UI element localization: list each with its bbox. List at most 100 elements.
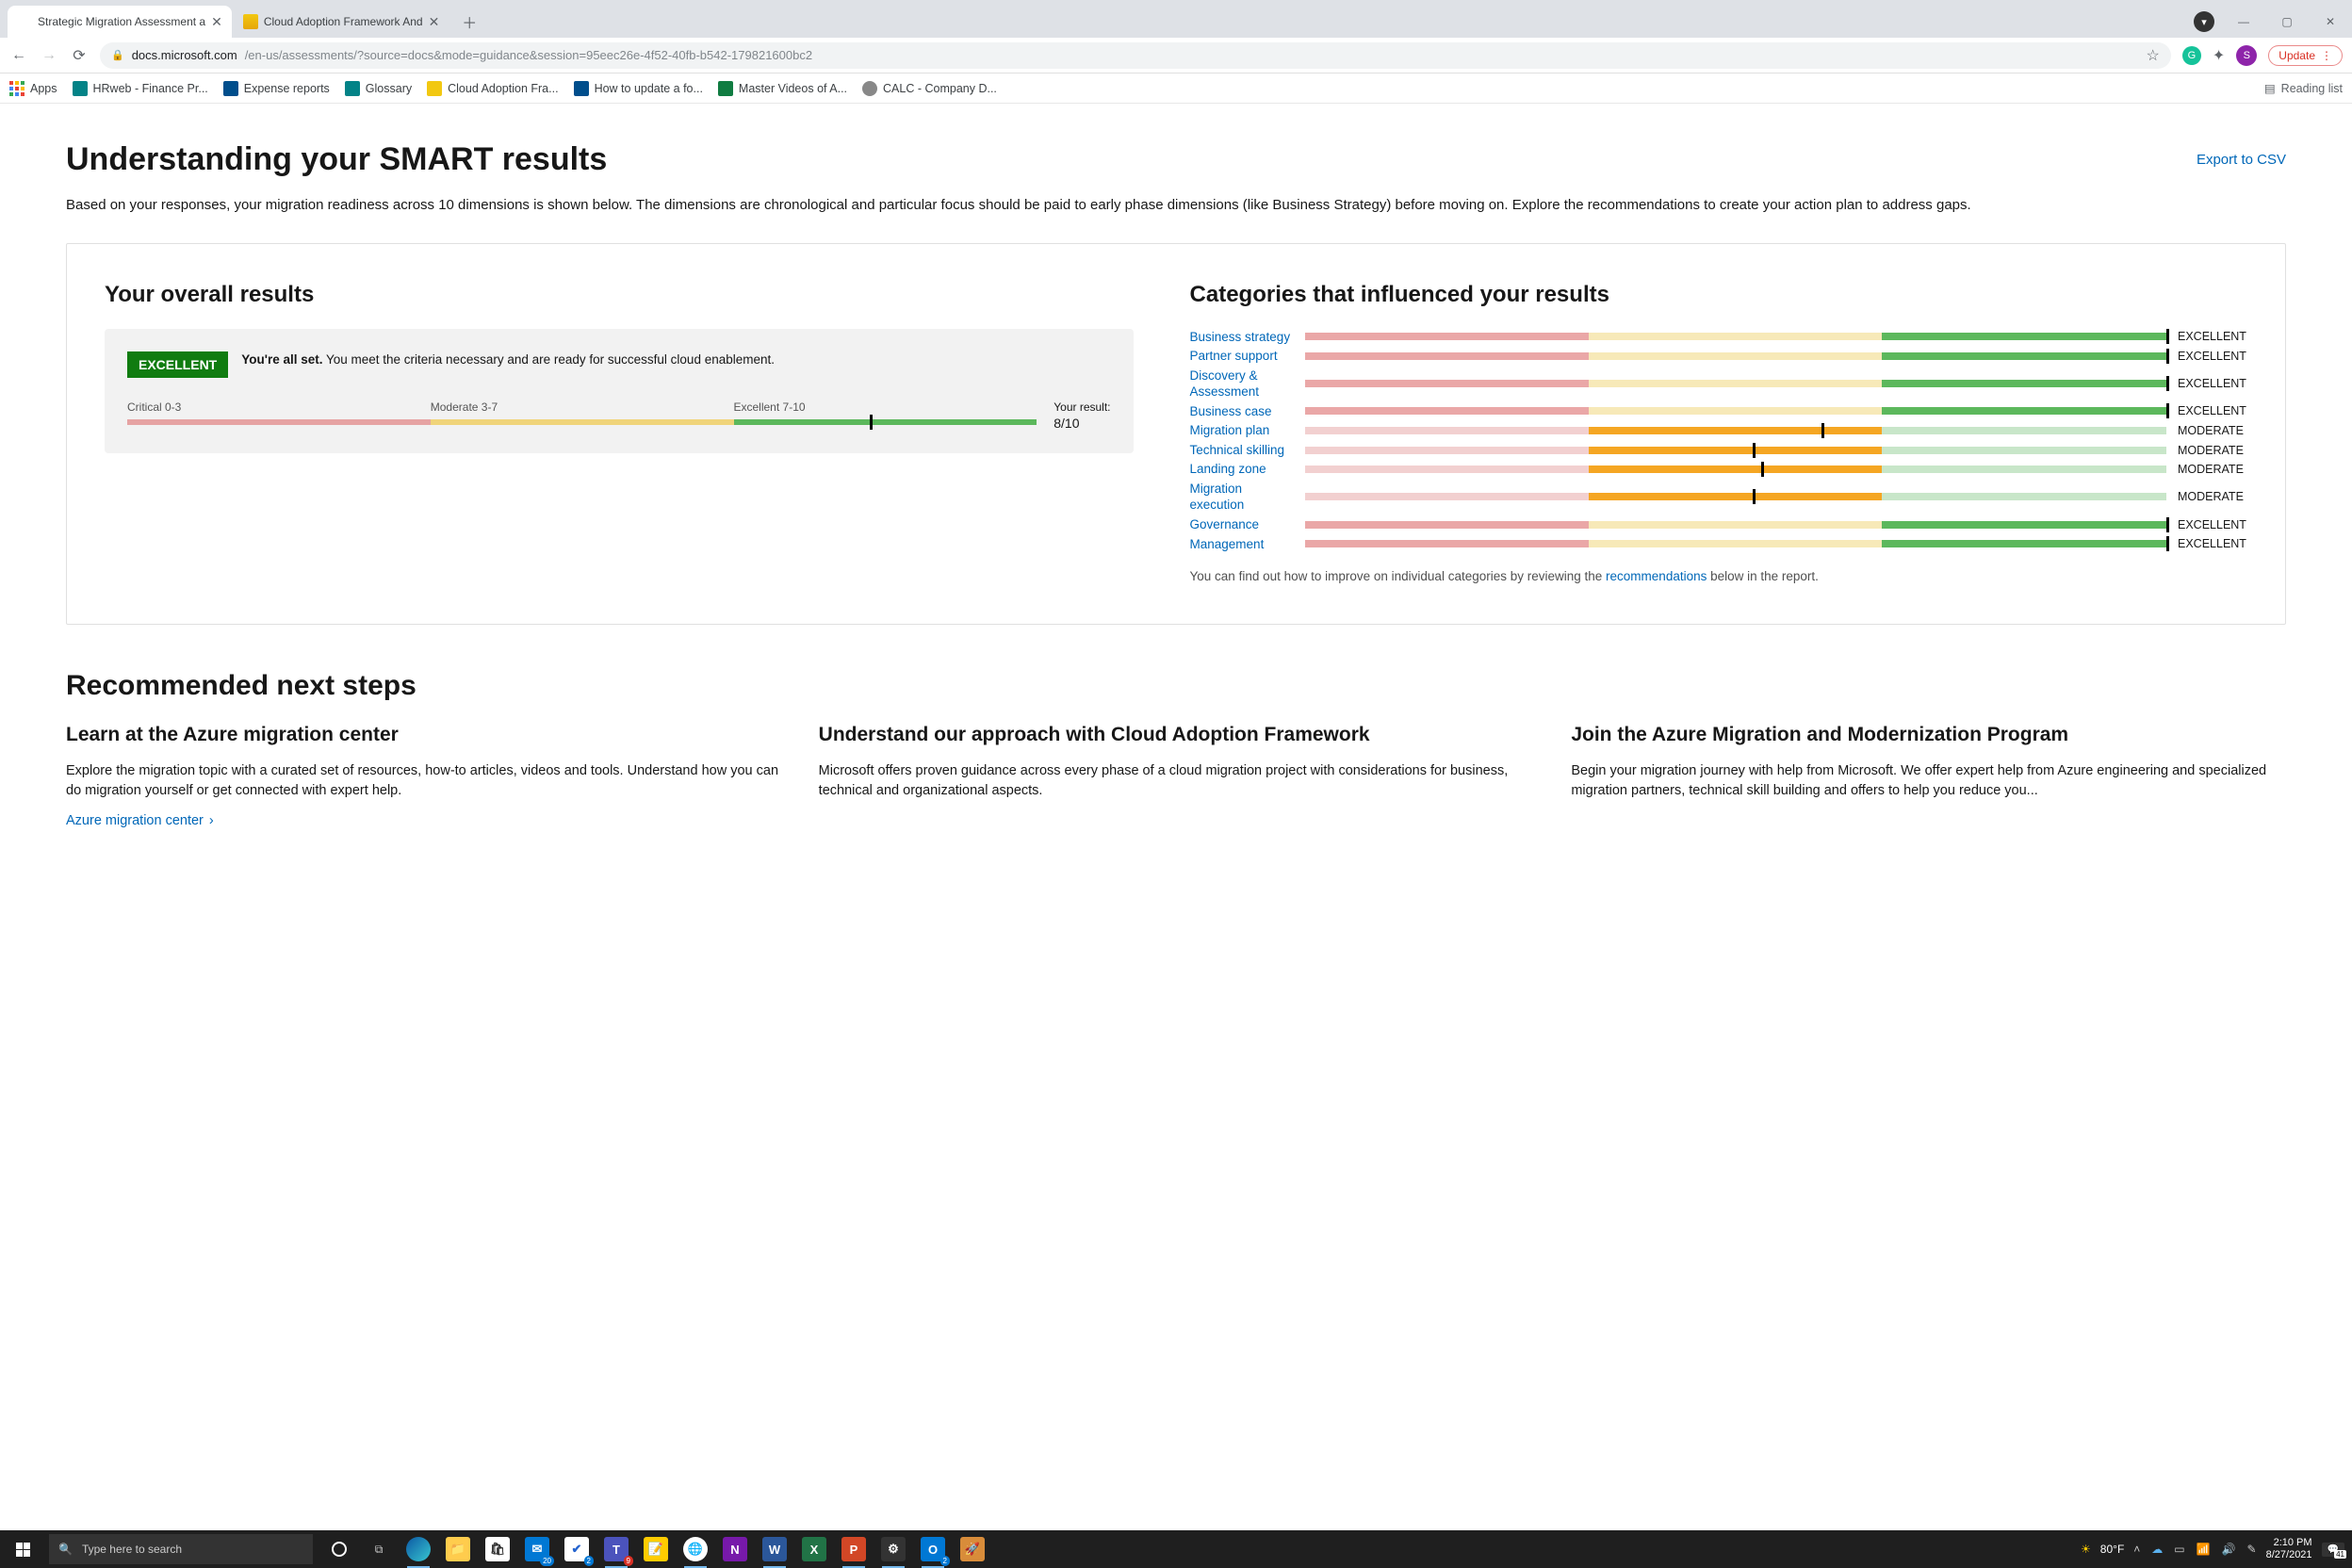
new-tab-button[interactable]: ＋ — [456, 8, 482, 35]
chevron-right-icon: › — [209, 813, 214, 828]
battery-icon[interactable]: ▭ — [2174, 1543, 2184, 1556]
reload-button[interactable]: ⟳ — [70, 46, 89, 65]
next-step-title: Join the Azure Migration and Modernizati… — [1571, 723, 2286, 747]
category-bar — [1305, 540, 2166, 547]
category-score-marker — [1753, 443, 1756, 458]
minimize-button[interactable]: — — [2230, 15, 2258, 28]
update-chrome-button[interactable]: Update⋮ — [2268, 45, 2343, 66]
volume-icon[interactable]: 🔊 — [2222, 1543, 2236, 1556]
bookmark-item[interactable]: Glossary — [345, 81, 412, 96]
close-window-button[interactable]: ✕ — [2316, 15, 2344, 28]
category-score-marker — [2166, 517, 2169, 532]
mail-icon[interactable]: ✉20 — [518, 1530, 556, 1568]
taskbar-clock[interactable]: 2:10 PM 8/27/2021 — [2266, 1537, 2312, 1561]
outlook-icon[interactable]: O2 — [914, 1530, 952, 1568]
category-level: MODERATE — [2178, 424, 2247, 437]
todo-icon[interactable]: ✔2 — [558, 1530, 596, 1568]
windows-taskbar: 🔍 Type here to search ⧉ 📁 🛍 ✉20 ✔2 T9 📝 … — [0, 1530, 2352, 1568]
category-link[interactable]: Technical skilling — [1190, 442, 1294, 459]
file-explorer-icon[interactable]: 📁 — [439, 1530, 477, 1568]
category-link[interactable]: Migration execution — [1190, 481, 1294, 514]
close-tab-icon[interactable]: ✕ — [429, 14, 440, 30]
taskbar-tray: ☀ 80°F ˄ ☁ ▭ 📶 🔊 ✎ 2:10 PM 8/27/2021 💬41 — [2081, 1537, 2352, 1561]
category-link[interactable]: Discovery & Assessment — [1190, 368, 1294, 400]
category-level: EXCELLENT — [2178, 518, 2247, 531]
category-link[interactable]: Business case — [1190, 403, 1294, 420]
bookmark-favicon — [862, 81, 877, 96]
forward-button[interactable]: → — [40, 47, 58, 64]
bookmark-star-icon[interactable]: ☆ — [2147, 46, 2160, 65]
category-bar — [1305, 493, 2166, 500]
chrome-icon[interactable]: 🌐 — [677, 1530, 714, 1568]
category-link[interactable]: Partner support — [1190, 348, 1294, 365]
page-title: Understanding your SMART results — [66, 141, 607, 178]
wifi-icon[interactable]: 📶 — [2197, 1543, 2211, 1556]
category-link[interactable]: Business strategy — [1190, 329, 1294, 346]
category-bar — [1305, 333, 2166, 340]
maximize-button[interactable]: ▢ — [2273, 15, 2301, 28]
teams-icon[interactable]: T9 — [597, 1530, 635, 1568]
back-button[interactable]: ← — [9, 47, 28, 64]
extensions-icon[interactable]: ✦ — [2213, 46, 2225, 65]
overall-results-box: EXCELLENT You're all set. You meet the c… — [105, 329, 1134, 453]
next-step-link[interactable]: Azure migration center › — [66, 813, 214, 828]
address-bar[interactable]: 🔒 docs.microsoft.com/en-us/assessments/?… — [100, 42, 2171, 69]
store-icon[interactable]: 🛍 — [479, 1530, 516, 1568]
category-bar — [1305, 407, 2166, 415]
account-indicator-icon[interactable]: ▾ — [2194, 11, 2214, 32]
weather-temp[interactable]: 80°F — [2100, 1543, 2124, 1556]
category-link[interactable]: Migration plan — [1190, 422, 1294, 439]
scale-excellent-label: Excellent 7-10 — [734, 400, 1037, 414]
bookmark-item[interactable]: CALC - Company D... — [862, 81, 997, 96]
tab-title: Strategic Migration Assessment a — [38, 15, 205, 28]
bookmark-item[interactable]: Cloud Adoption Fra... — [427, 81, 558, 96]
task-view-icon[interactable]: ⧉ — [360, 1530, 398, 1568]
reading-list-button[interactable]: ▤ Reading list — [2264, 81, 2343, 95]
bookmark-item[interactable]: HRweb - Finance Pr... — [73, 81, 208, 96]
grammarly-extension-icon[interactable]: G — [2182, 46, 2201, 65]
action-center-button[interactable]: 💬41 — [2322, 1543, 2344, 1557]
scale-critical-label: Critical 0-3 — [127, 400, 431, 414]
weather-icon[interactable]: ☀ — [2081, 1543, 2091, 1556]
page-viewport[interactable]: Understanding your SMART results Export … — [0, 104, 2352, 1530]
onedrive-icon[interactable]: ☁ — [2151, 1543, 2163, 1556]
category-link[interactable]: Governance — [1190, 516, 1294, 533]
bookmark-item[interactable]: How to update a fo... — [574, 81, 703, 96]
word-icon[interactable]: W — [756, 1530, 793, 1568]
ms-favicon — [17, 14, 32, 29]
app-icon[interactable]: 🚀 — [954, 1530, 991, 1568]
pen-icon[interactable]: ✎ — [2247, 1543, 2257, 1556]
bookmark-item[interactable]: Master Videos of A... — [718, 81, 847, 96]
overall-score-marker — [870, 415, 873, 430]
start-button[interactable] — [0, 1530, 45, 1568]
powerpoint-icon[interactable]: P — [835, 1530, 873, 1568]
next-steps-heading: Recommended next steps — [66, 670, 2286, 702]
next-step-body: Microsoft offers proven guidance across … — [819, 761, 1534, 803]
browser-tab-active[interactable]: Strategic Migration Assessment a ✕ — [8, 6, 232, 38]
category-link[interactable]: Landing zone — [1190, 461, 1294, 478]
tray-chevron-icon[interactable]: ˄ — [2133, 1543, 2140, 1556]
overall-scale: Critical 0-3 Moderate 3-7 Excellent 7-10… — [127, 400, 1111, 431]
apps-shortcut[interactable]: Apps — [9, 81, 57, 96]
category-row: Partner supportEXCELLENT — [1190, 348, 2247, 365]
profile-avatar[interactable]: S — [2236, 45, 2257, 66]
bookmark-item[interactable]: Expense reports — [223, 81, 330, 96]
browser-nav-bar: ← → ⟳ 🔒 docs.microsoft.com/en-us/assessm… — [0, 38, 2352, 74]
excel-icon[interactable]: X — [795, 1530, 833, 1568]
settings-icon[interactable]: ⚙ — [874, 1530, 912, 1568]
your-result: Your result: 8/10 — [1054, 400, 1110, 431]
onenote-icon[interactable]: N — [716, 1530, 754, 1568]
edge-icon[interactable] — [400, 1530, 437, 1568]
browser-tab-inactive[interactable]: Cloud Adoption Framework And ✕ — [234, 6, 449, 38]
sticky-notes-icon[interactable]: 📝 — [637, 1530, 675, 1568]
taskbar-search[interactable]: 🔍 Type here to search — [49, 1534, 313, 1564]
cortana-icon[interactable] — [320, 1530, 358, 1568]
close-tab-icon[interactable]: ✕ — [211, 14, 222, 30]
category-bar — [1305, 427, 2166, 434]
bookmark-favicon — [73, 81, 88, 96]
recommendations-link[interactable]: recommendations — [1606, 569, 1707, 583]
category-link[interactable]: Management — [1190, 536, 1294, 553]
next-step-body: Begin your migration journey with help f… — [1571, 761, 2286, 803]
export-csv-link[interactable]: Export to CSV — [2197, 152, 2286, 168]
tab-title: Cloud Adoption Framework And — [264, 15, 423, 28]
